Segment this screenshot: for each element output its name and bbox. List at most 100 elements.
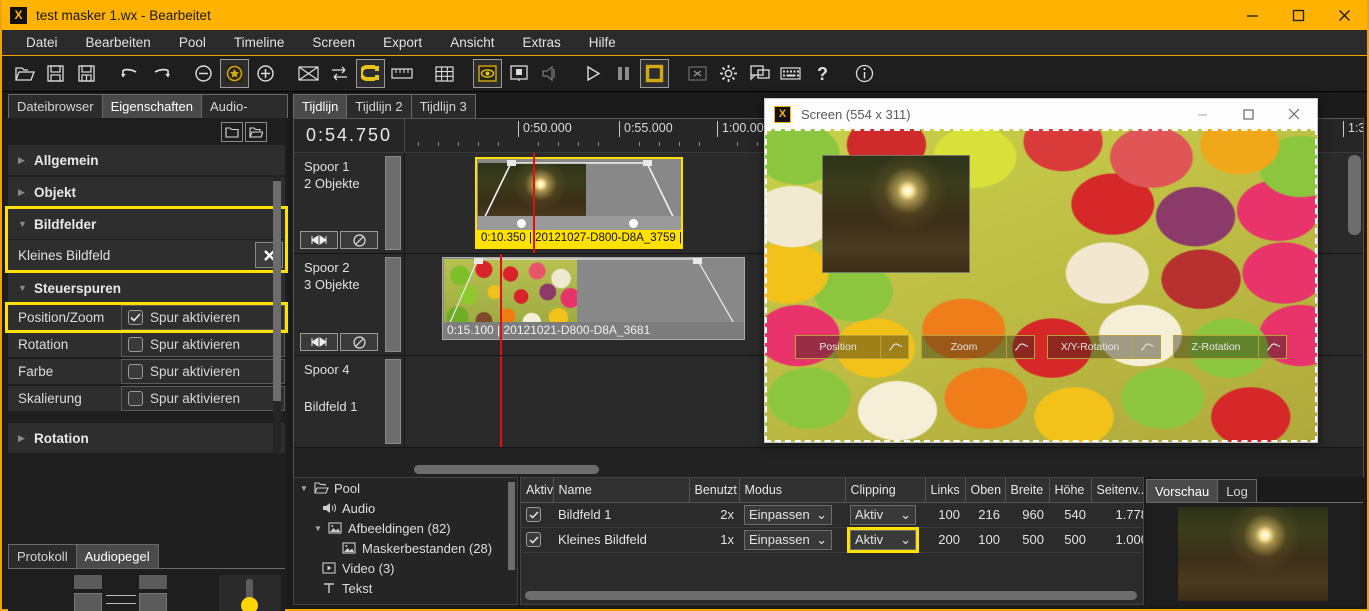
undo-icon[interactable] <box>115 59 144 88</box>
table-row[interactable]: Bildfeld 1 2x Einpassen⌄ Aktiv⌄ 100 216 … <box>521 502 1144 527</box>
tab-vorschau[interactable]: Vorschau <box>1146 479 1218 503</box>
col-aktiv[interactable]: Aktiv <box>521 478 553 502</box>
clipping-dropdown[interactable]: Aktiv⌄ <box>850 505 916 525</box>
screen-window[interactable]: X Screen (554 x 311) Position <box>764 98 1318 443</box>
minimize-icon[interactable] <box>1179 99 1225 129</box>
timeline-clip-spoor1[interactable]: 0:10.350 | 20121027-D800-D8A_3759 | Klei… <box>475 157 683 249</box>
tree-node-audio[interactable]: Audio <box>294 498 517 518</box>
mute-icon[interactable] <box>340 333 378 351</box>
menu-item-pool[interactable]: Pool <box>165 30 220 56</box>
track-header-spoor-1[interactable]: Spoor 1 2 Objekte <box>294 153 405 253</box>
envelope-handle[interactable] <box>693 258 702 264</box>
envelope-handle[interactable] <box>643 160 652 166</box>
steuerspur-toggle[interactable]: Spur aktivieren <box>121 305 285 330</box>
section-steuerspuren[interactable]: ▼ Steuerspuren <box>8 273 285 303</box>
checkbox-checked-icon[interactable] <box>128 310 143 325</box>
pause-icon[interactable] <box>609 59 638 88</box>
save-as-icon[interactable] <box>72 59 101 88</box>
menu-item-screen[interactable]: Screen <box>298 30 369 56</box>
menu-item-extras[interactable]: Extras <box>508 30 574 56</box>
steuerspur-toggle[interactable]: Spur aktivieren <box>121 332 285 357</box>
play-icon[interactable] <box>578 59 607 88</box>
preview-eye-icon[interactable] <box>473 59 502 88</box>
col-oben[interactable]: Oben <box>965 478 1005 502</box>
curve-icon[interactable] <box>1258 336 1286 358</box>
timeline-horizontal-scrollbar[interactable] <box>414 465 599 474</box>
tab-protokoll[interactable]: Protokoll <box>8 544 77 568</box>
open-folder-icon[interactable] <box>245 122 267 142</box>
scrollbar-thumb[interactable] <box>273 181 281 401</box>
section-bildfelder[interactable]: ▼ Bildfelder <box>8 209 285 239</box>
tree-node-tekst[interactable]: Tekst <box>294 578 517 598</box>
steuerspur-toggle[interactable]: Spur aktivieren <box>121 359 285 384</box>
col-hoehe[interactable]: Höhe <box>1049 478 1091 502</box>
clipping-dropdown[interactable]: Aktiv⌄ <box>850 530 916 550</box>
overlay-button-position[interactable]: Position <box>795 335 909 359</box>
tree-node-video[interactable]: Video (3) <box>294 558 517 578</box>
tree-node-pool[interactable]: ▼ Pool <box>294 478 517 498</box>
tab-audiopegel[interactable]: Audiopegel <box>76 544 159 568</box>
steuerspur-toggle[interactable]: Spur aktivieren <box>121 386 285 411</box>
new-folder-icon[interactable] <box>221 122 243 142</box>
checkbox-unchecked-icon[interactable] <box>128 337 143 352</box>
checkbox-checked-icon[interactable] <box>526 507 541 522</box>
checkbox-unchecked-icon[interactable] <box>128 391 143 406</box>
steuerspur-row-position-zoom[interactable]: Position/Zoom Spur aktivieren <box>8 305 285 330</box>
col-seitenverhaeltnis[interactable]: Seitenv... <box>1091 478 1144 502</box>
zoom-in-icon[interactable] <box>251 59 280 88</box>
timeline-vertical-scrollbar[interactable] <box>1348 155 1361 235</box>
keyboard-icon[interactable] <box>776 59 805 88</box>
screen-icon[interactable] <box>504 59 533 88</box>
tab-eigenschaften[interactable]: Eigenschaften <box>102 94 202 118</box>
steuerspur-row-farbe[interactable]: Farbe Spur aktivieren <box>8 359 285 384</box>
zoom-fit-icon[interactable] <box>220 59 249 88</box>
bildfeld-item[interactable]: Kleines Bildfeld <box>8 240 285 270</box>
timeline-clip-spoor2[interactable]: 0:15.100 | 20121021-D800-D8A_3681 <box>442 257 745 340</box>
track-header-spoor-2[interactable]: Spoor 2 3 Objekte <box>294 254 405 355</box>
steuerspur-row-rotation[interactable]: Rotation Spur aktivieren <box>8 332 285 357</box>
pool-tree-scrollbar[interactable] <box>508 482 515 570</box>
cell-modus[interactable]: Einpassen⌄ <box>739 502 845 527</box>
col-modus[interactable]: Modus <box>739 478 845 502</box>
playhead[interactable] <box>533 153 535 253</box>
col-benutzt[interactable]: Benutzt <box>689 478 739 502</box>
cell-aktiv[interactable] <box>521 502 553 527</box>
screen-inset-image[interactable] <box>822 155 970 273</box>
col-name[interactable]: Name <box>553 478 689 502</box>
keyframe-bar[interactable] <box>477 216 681 230</box>
screen-window-canvas[interactable]: Position Zoom X/Y-Rotation Z-Rotation <box>765 129 1317 442</box>
steuerspur-row-skalierung[interactable]: Skalierung Spur aktivieren <box>8 386 285 411</box>
swap-icon[interactable] <box>325 59 354 88</box>
help-icon[interactable]: ? <box>807 59 836 88</box>
playhead[interactable] <box>500 254 502 355</box>
tab-dateibrowser[interactable]: Dateibrowser <box>8 94 103 118</box>
close-icon[interactable] <box>1271 99 1317 129</box>
menu-item-export[interactable]: Export <box>369 30 436 56</box>
section-rotation[interactable]: ▶ Rotation <box>8 423 285 453</box>
mute-icon[interactable] <box>340 231 378 249</box>
stop-icon[interactable] <box>640 59 669 88</box>
comment-icon[interactable] <box>745 59 774 88</box>
col-breite[interactable]: Breite <box>1005 478 1049 502</box>
tab-audio-plugins[interactable]: Audio-Plugins <box>201 94 288 118</box>
envelope-handle[interactable] <box>474 258 483 264</box>
overlay-button-xy-rotation[interactable]: X/Y-Rotation <box>1047 335 1161 359</box>
section-objekt[interactable]: ▶ Objekt <box>8 177 285 207</box>
menu-item-timeline[interactable]: Timeline <box>220 30 299 56</box>
maximize-icon[interactable] <box>1225 99 1271 129</box>
timecode-display[interactable]: 0:54.750 <box>294 119 405 152</box>
col-clipping[interactable]: Clipping <box>845 478 925 502</box>
close-box-icon[interactable] <box>683 59 712 88</box>
menu-item-ansicht[interactable]: Ansicht <box>436 30 508 56</box>
trim-icon[interactable] <box>300 333 338 351</box>
crossfade-icon[interactable] <box>294 59 323 88</box>
maximize-icon[interactable] <box>1275 0 1321 30</box>
curve-icon[interactable] <box>1132 336 1160 358</box>
col-links[interactable]: Links <box>925 478 965 502</box>
modus-dropdown[interactable]: Einpassen⌄ <box>744 505 832 525</box>
track-height-slider[interactable] <box>385 359 401 444</box>
modus-dropdown[interactable]: Einpassen⌄ <box>744 530 832 550</box>
track-height-slider[interactable] <box>385 156 401 250</box>
minimize-icon[interactable] <box>1229 0 1275 30</box>
envelope-handle[interactable] <box>507 160 516 166</box>
